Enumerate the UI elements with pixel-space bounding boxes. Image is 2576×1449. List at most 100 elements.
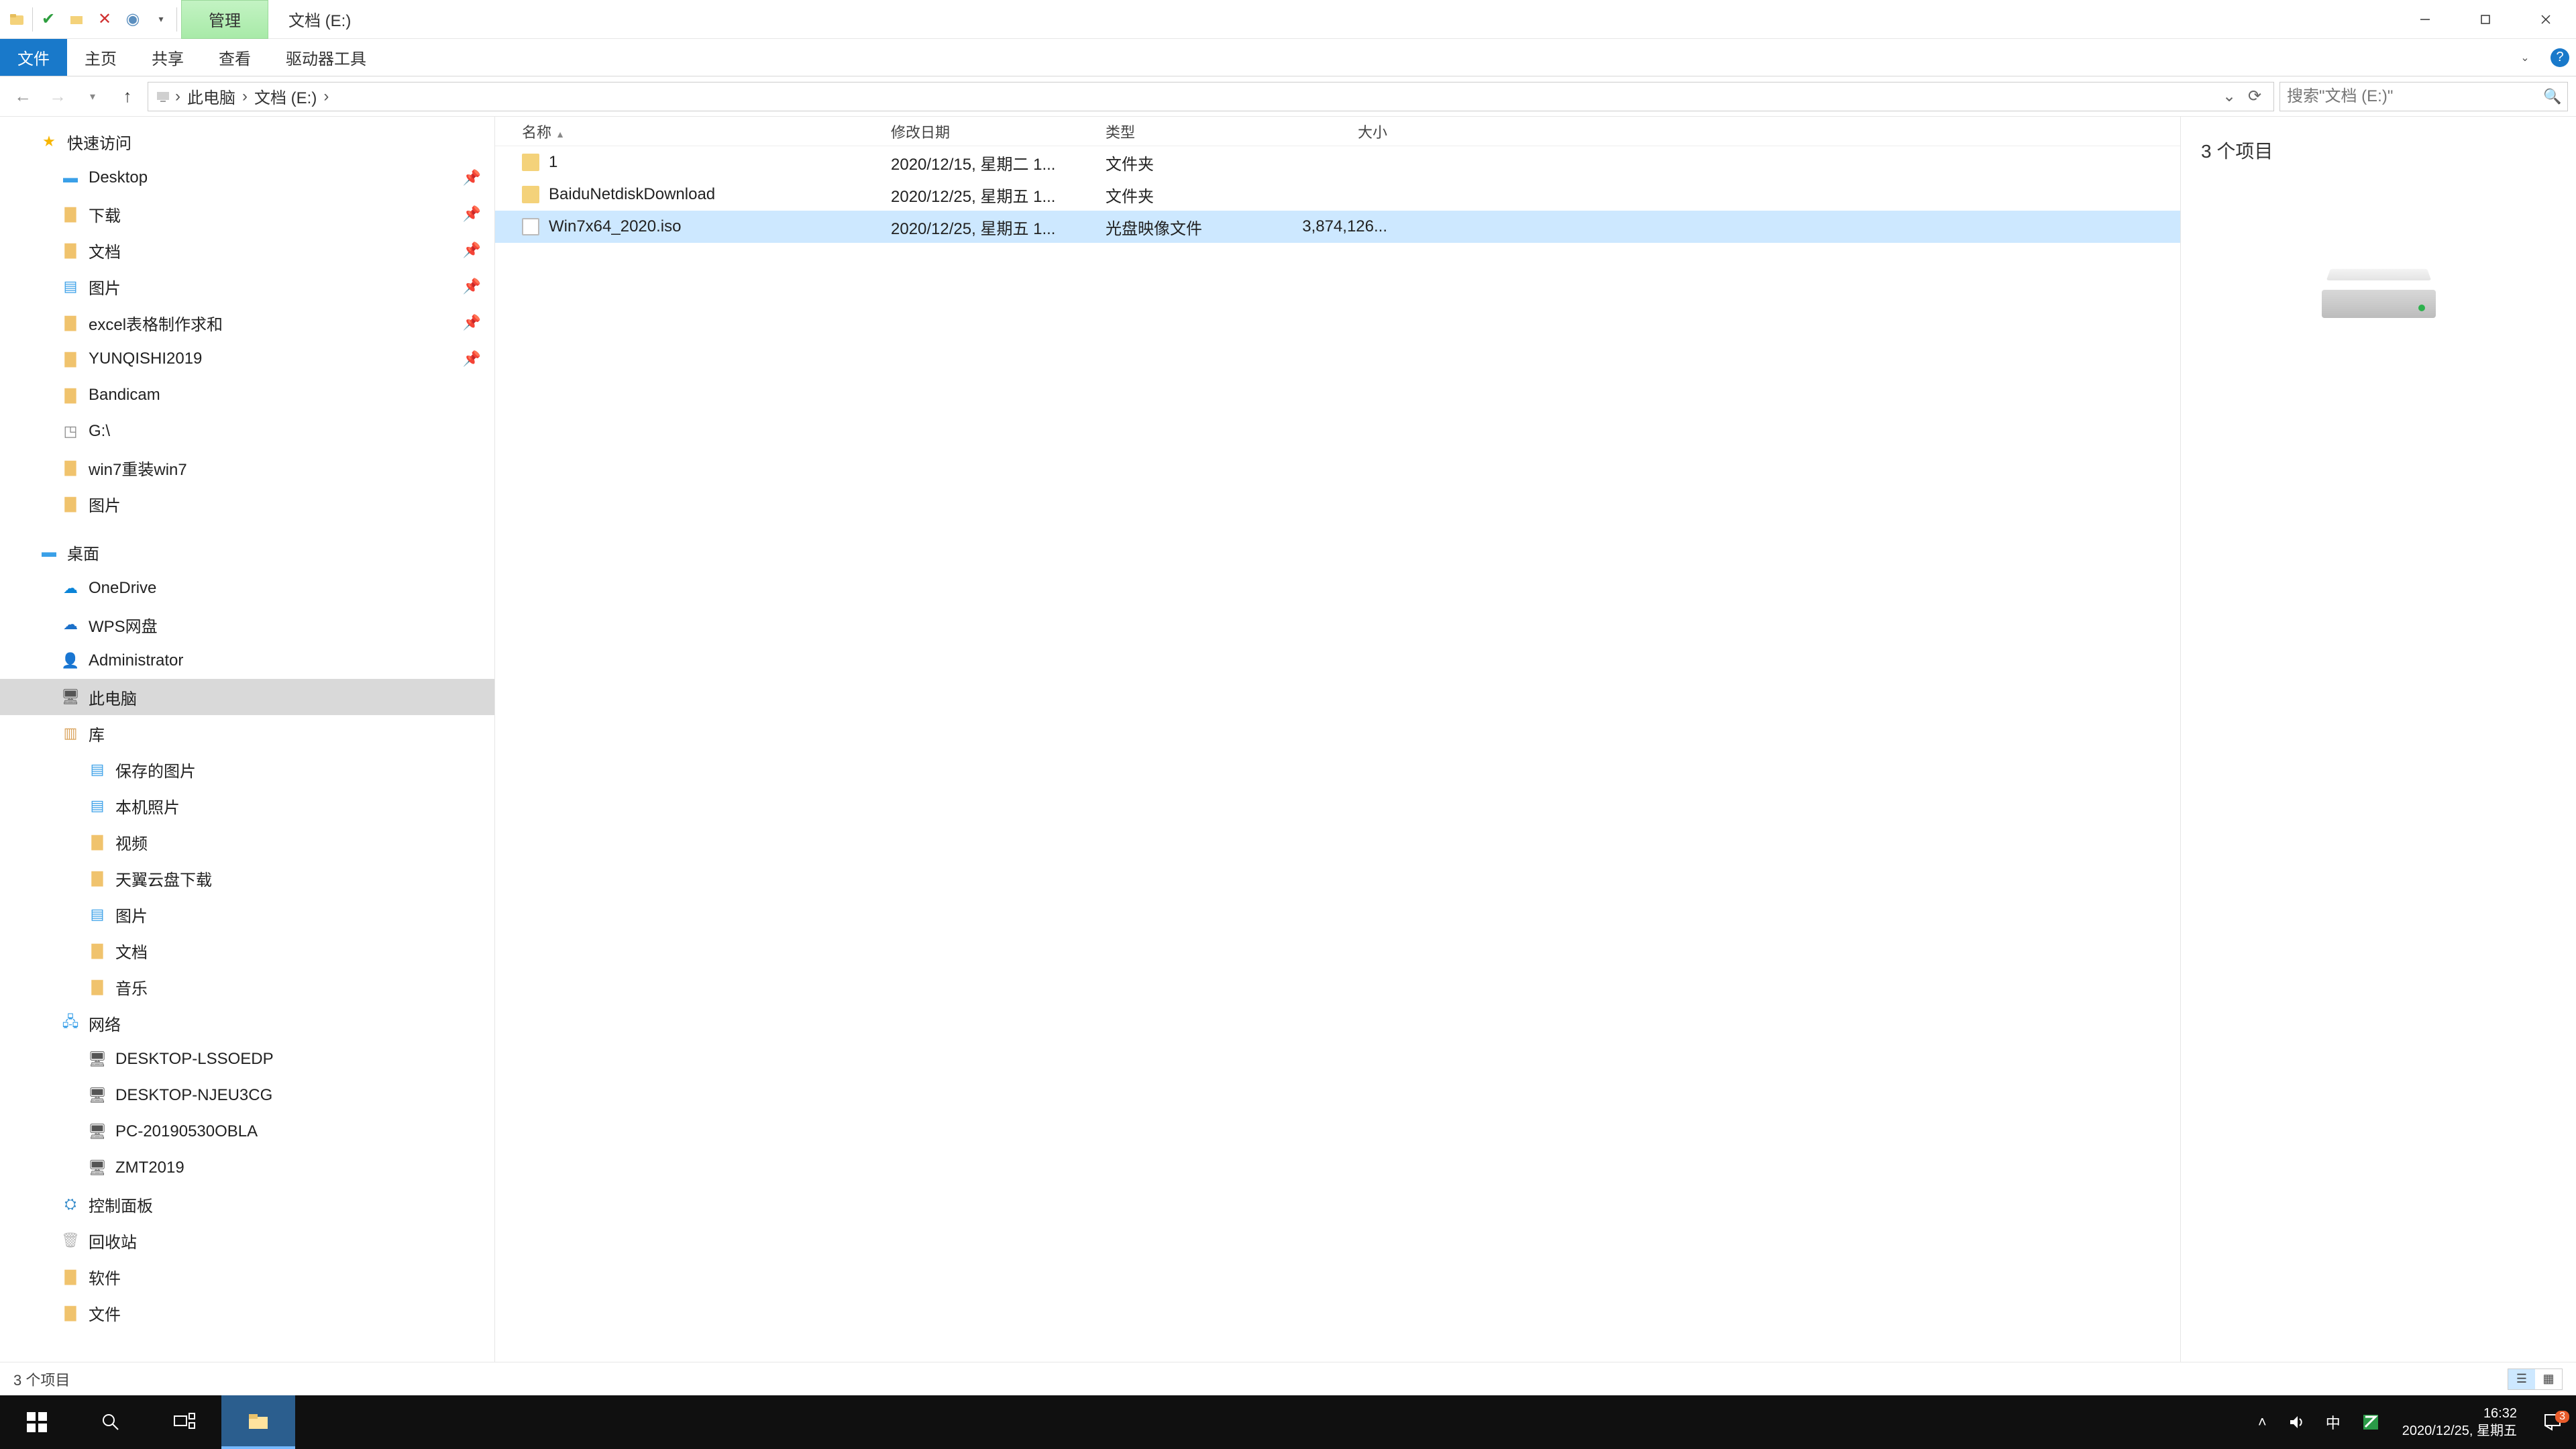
notification-badge: 3: [2555, 1411, 2569, 1423]
desktop-header[interactable]: ▬ 桌面: [0, 534, 494, 570]
volume-icon[interactable]: [2277, 1395, 2315, 1449]
qat-app-icon[interactable]: [4, 6, 30, 33]
nav-item[interactable]: ☁WPS网盘: [0, 606, 494, 643]
chevron-right-icon[interactable]: ›: [175, 87, 180, 106]
qat-settings-icon[interactable]: ◉: [120, 6, 146, 33]
qat-folder-icon[interactable]: [64, 6, 89, 33]
nav-item[interactable]: 🖥ZMT2019: [0, 1150, 494, 1186]
address-row: ← → ▾ ↑ › 此电脑 › 文档 (E:) › ⌄ ⟳ 🔍: [0, 76, 2576, 117]
nav-item[interactable]: ▤图片: [0, 896, 494, 932]
nav-item[interactable]: ▇下载📌: [0, 196, 494, 232]
file-date: 2020/12/15, 星期二 1...: [891, 151, 1106, 174]
quick-access-toolbar: ✔ ✕ ◉ ▾: [0, 6, 181, 33]
file-name: 1: [549, 153, 557, 172]
ribbon-tab-home[interactable]: 主页: [67, 39, 134, 76]
nav-item[interactable]: ▇文件: [0, 1295, 494, 1331]
nav-label: 图片: [89, 492, 121, 516]
col-size-header[interactable]: 大小: [1287, 121, 1401, 142]
qat-delete-icon[interactable]: ✕: [92, 6, 117, 33]
nav-item[interactable]: ▇Bandicam: [0, 377, 494, 413]
nav-history-dropdown[interactable]: ▾: [78, 82, 107, 111]
view-details-button[interactable]: ☰: [2508, 1369, 2535, 1389]
nav-item[interactable]: ▤保存的图片: [0, 751, 494, 788]
tray-app-icon[interactable]: [2351, 1395, 2390, 1449]
nav-label: 图片: [89, 275, 121, 299]
search-input[interactable]: [2280, 87, 2538, 106]
taskbar-file-explorer[interactable]: [221, 1395, 295, 1449]
file-name: BaiduNetdiskDownload: [549, 185, 715, 204]
start-button[interactable]: [0, 1395, 74, 1449]
nav-item[interactable]: ◳G:\: [0, 413, 494, 449]
minimize-button[interactable]: [2395, 0, 2455, 39]
nav-item[interactable]: ▥库: [0, 715, 494, 751]
nav-up-button[interactable]: ↑: [113, 82, 142, 111]
breadcrumb-current[interactable]: 文档 (E:): [252, 85, 319, 108]
close-button[interactable]: [2516, 0, 2576, 39]
nav-forward-button[interactable]: →: [43, 82, 72, 111]
nav-label: 音乐: [115, 975, 148, 999]
file-row[interactable]: BaiduNetdiskDownload2020/12/25, 星期五 1...…: [495, 178, 2180, 211]
ribbon-tab-share[interactable]: 共享: [134, 39, 201, 76]
nav-item[interactable]: 🖥DESKTOP-NJEU3CG: [0, 1077, 494, 1114]
breadcrumb-this-pc[interactable]: 此电脑: [184, 85, 238, 108]
maximize-button[interactable]: [2455, 0, 2516, 39]
nav-item[interactable]: ▇excel表格制作求和📌: [0, 305, 494, 341]
help-button[interactable]: ?: [2544, 39, 2576, 76]
nav-item[interactable]: ▇YUNQISHI2019📌: [0, 341, 494, 377]
qat-checkbox-icon[interactable]: ✔: [36, 6, 61, 33]
nav-item[interactable]: ▇音乐: [0, 969, 494, 1005]
nav-item[interactable]: 🖥DESKTOP-LSSOEDP: [0, 1041, 494, 1077]
nav-item[interactable]: ▬Desktop📌: [0, 160, 494, 196]
context-tab-manage[interactable]: 管理: [181, 0, 268, 39]
refresh-icon[interactable]: ⟳: [2243, 87, 2267, 106]
folder-icon: ▇: [60, 1303, 80, 1323]
clock[interactable]: 16:32 2020/12/25, 星期五: [2390, 1405, 2529, 1440]
file-row[interactable]: Win7x64_2020.iso2020/12/25, 星期五 1...光盘映像…: [495, 211, 2180, 243]
nav-item[interactable]: ☁OneDrive: [0, 570, 494, 606]
address-bar[interactable]: › 此电脑 › 文档 (E:) › ⌄ ⟳: [148, 82, 2274, 111]
file-row[interactable]: 12020/12/15, 星期二 1...文件夹: [495, 146, 2180, 178]
search-icon[interactable]: 🔍: [2538, 88, 2567, 105]
task-view-button[interactable]: [148, 1395, 221, 1449]
quick-access-header[interactable]: ★ 快速访问: [0, 123, 494, 160]
tray-expand-icon[interactable]: ˄: [2247, 1395, 2277, 1449]
folder-icon: ▇: [60, 458, 80, 478]
ribbon-expand-icon[interactable]: ⌄: [2506, 39, 2544, 76]
nav-item[interactable]: ⛭控制面板: [0, 1186, 494, 1222]
col-name-header[interactable]: 名称 ▲: [495, 121, 891, 142]
nav-item[interactable]: 🗑回收站: [0, 1222, 494, 1258]
search-box[interactable]: 🔍: [2279, 82, 2568, 111]
nav-item[interactable]: ▇视频: [0, 824, 494, 860]
nav-back-button[interactable]: ←: [8, 82, 38, 111]
view-thumbnails-button[interactable]: ▦: [2535, 1369, 2562, 1389]
nav-item[interactable]: ▇图片: [0, 486, 494, 522]
nav-item[interactable]: 🖧网络: [0, 1005, 494, 1041]
notification-center[interactable]: 3: [2529, 1412, 2576, 1432]
nav-item[interactable]: ▤图片📌: [0, 268, 494, 305]
ribbon-tab-drive-tools[interactable]: 驱动器工具: [268, 39, 384, 76]
wps-icon: ☁: [60, 614, 80, 635]
nav-item[interactable]: ▇win7重装win7: [0, 449, 494, 486]
chevron-right-icon[interactable]: ›: [242, 87, 248, 106]
col-type-header[interactable]: 类型: [1106, 121, 1287, 142]
chevron-right-icon[interactable]: ›: [323, 87, 329, 106]
search-button[interactable]: [74, 1395, 148, 1449]
nav-item[interactable]: ▇文档: [0, 932, 494, 969]
address-dropdown-icon[interactable]: ⌄: [2217, 87, 2241, 106]
nav-item[interactable]: 👤Administrator: [0, 643, 494, 679]
nav-item[interactable]: 🖥此电脑: [0, 679, 494, 715]
nav-item[interactable]: ▇天翼云盘下载: [0, 860, 494, 896]
separator: [32, 7, 33, 32]
nav-item[interactable]: 🖥PC-20190530OBLA: [0, 1114, 494, 1150]
nav-item[interactable]: ▇软件: [0, 1258, 494, 1295]
ribbon-tab-file[interactable]: 文件: [0, 39, 67, 76]
folder-icon: [522, 186, 539, 203]
nav-item[interactable]: ▇文档📌: [0, 232, 494, 268]
ribbon-tab-view[interactable]: 查看: [201, 39, 268, 76]
nav-item[interactable]: ▤本机照片: [0, 788, 494, 824]
pin-icon: 📌: [463, 314, 481, 331]
ime-indicator[interactable]: 中: [2315, 1395, 2351, 1449]
col-date-header[interactable]: 修改日期: [891, 121, 1106, 142]
qat-dropdown-icon[interactable]: ▾: [148, 6, 174, 33]
preview-count: 3 个项目: [2201, 137, 2556, 164]
